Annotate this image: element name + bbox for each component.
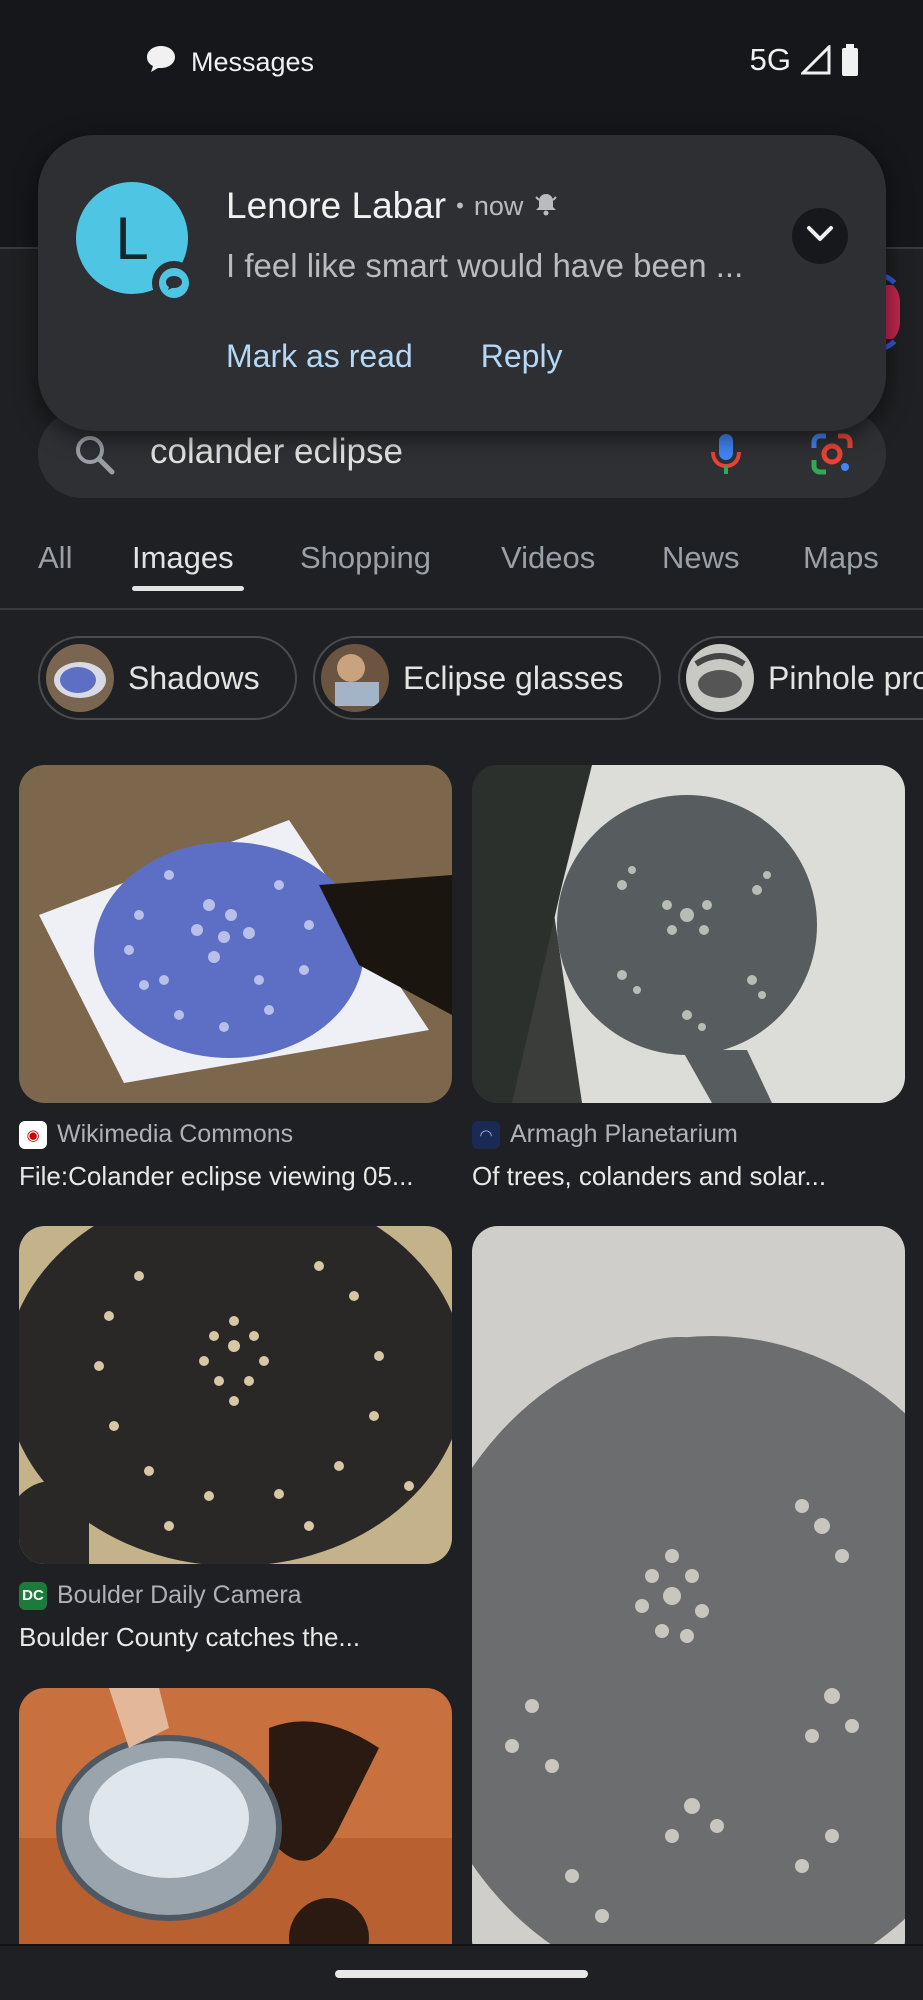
notification-time: now <box>473 190 524 221</box>
image-result-2[interactable] <box>472 765 905 1103</box>
source-name: Boulder Daily Camera <box>57 1581 302 1609</box>
chip-label: Pinhole pro <box>768 659 923 696</box>
result-source[interactable]: ◉ Wikimedia Commons <box>19 1120 293 1149</box>
chip-shadows[interactable]: Shadows <box>38 636 297 720</box>
chevron-down-icon <box>806 225 834 248</box>
messages-icon <box>145 44 177 81</box>
image-result-4[interactable] <box>472 1226 905 1966</box>
chip-thumbnail <box>321 644 389 712</box>
tab-images[interactable]: Images <box>132 540 234 576</box>
image-result-3[interactable] <box>19 1226 452 1564</box>
chip-label: Shadows <box>128 659 260 696</box>
chip-label: Eclipse glasses <box>403 659 624 696</box>
search-tabs: All Images Shopping Videos News Maps <box>0 522 923 610</box>
image-result-1[interactable] <box>19 765 452 1103</box>
tab-all[interactable]: All <box>38 540 72 576</box>
chip-thumbnail <box>46 644 114 712</box>
message-notification[interactable]: L Lenore Labar • now I feel like smart w… <box>38 135 886 431</box>
result-source[interactable]: ◠ Armagh Planetarium <box>472 1120 738 1149</box>
result-source[interactable]: DC Boulder Daily Camera <box>19 1581 302 1610</box>
search-icon <box>72 432 116 481</box>
google-lens-icon[interactable] <box>810 432 854 481</box>
status-app-label: Messages <box>191 47 315 77</box>
separator-dot: • <box>456 193 464 218</box>
wikimedia-favicon-icon: ◉ <box>19 1120 47 1149</box>
tab-maps[interactable]: Maps <box>803 540 879 576</box>
network-label: 5G <box>749 42 791 77</box>
active-tab-indicator <box>132 586 244 591</box>
bell-icon <box>533 191 559 222</box>
result-title[interactable]: Of trees, colanders and solar... <box>472 1161 905 1192</box>
status-indicators: 5G <box>750 42 859 78</box>
signal-icon <box>801 45 831 75</box>
reply-button[interactable]: Reply <box>481 338 563 375</box>
source-name: Armagh Planetarium <box>510 1120 738 1148</box>
battery-icon <box>841 44 859 76</box>
tab-videos[interactable]: Videos <box>501 540 595 576</box>
status-bar: Messages 5G <box>0 0 923 125</box>
image-result-5[interactable] <box>19 1688 452 1968</box>
expand-button[interactable] <box>792 208 848 264</box>
result-title[interactable]: File:Colander eclipse viewing 05... <box>19 1161 452 1192</box>
tab-shopping[interactable]: Shopping <box>300 540 431 576</box>
boulder-camera-favicon-icon: DC <box>19 1581 47 1610</box>
home-gesture-handle[interactable] <box>335 1970 588 1978</box>
mark-as-read-button[interactable]: Mark as read <box>226 338 413 375</box>
notification-message: I feel like smart would have been ... <box>226 247 744 284</box>
armagh-favicon-icon: ◠ <box>472 1120 500 1149</box>
microphone-icon[interactable] <box>708 430 744 483</box>
notification-actions: Mark as read Reply <box>226 338 563 375</box>
chip-eclipse-glasses[interactable]: Eclipse glasses <box>313 636 661 720</box>
sender-name: Lenore Labar <box>226 185 447 226</box>
navigation-bar <box>0 1944 923 2000</box>
result-title[interactable]: Boulder County catches the... <box>19 1622 452 1653</box>
tab-news[interactable]: News <box>662 540 740 576</box>
source-name: Wikimedia Commons <box>57 1120 294 1148</box>
chip-pinhole[interactable]: Pinhole pro <box>678 636 923 720</box>
messages-badge-icon <box>152 261 196 305</box>
status-notification-app: Messages <box>145 44 314 81</box>
search-input[interactable]: colander eclipse <box>150 432 403 472</box>
notification-header: Lenore Labar • now <box>226 185 559 227</box>
chip-thumbnail <box>686 644 754 712</box>
